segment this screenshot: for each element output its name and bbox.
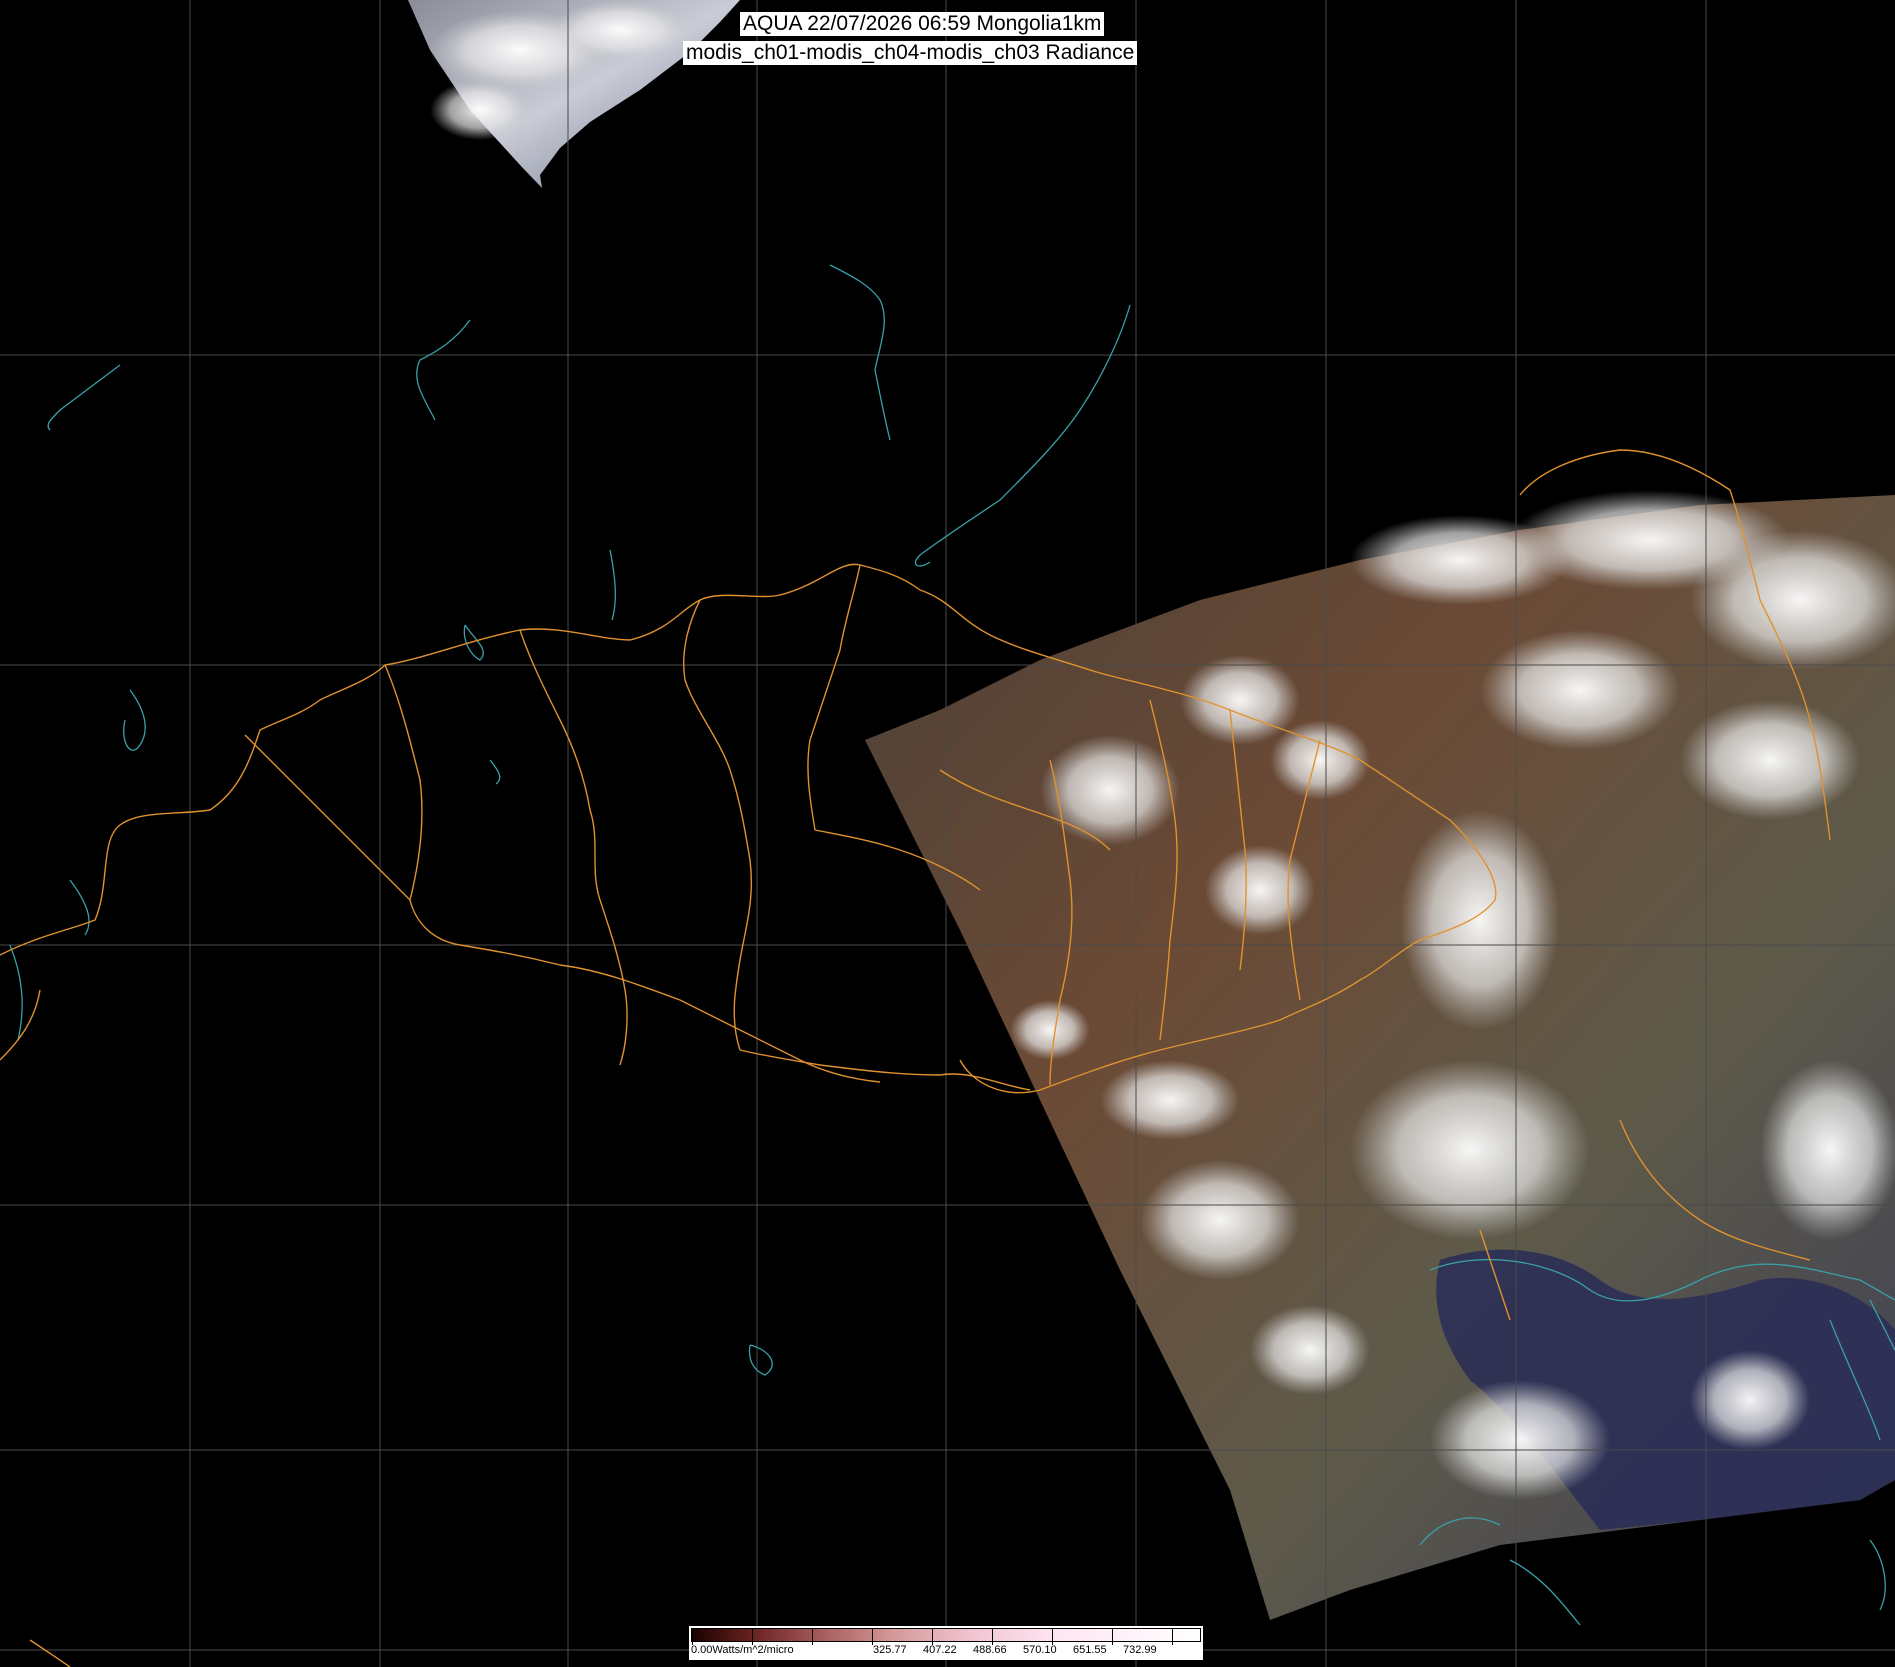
image-title-line-1: AQUA 22/07/2026 06:59 Mongolia1km [740,12,1105,36]
colorbar-tick-label: 325.77 [873,1644,907,1656]
colorbar-tick-label: 732.99 [1123,1644,1157,1656]
colorbar-tick-label: 570.10 [1023,1644,1057,1656]
satellite-image-viewer: AQUA 22/07/2026 06:59 Mongolia1km modis_… [0,0,1895,1667]
colorbar-legend: 0.00Watts/m^2/micro 325.77 407.22 488.66… [689,1626,1203,1660]
satellite-map [0,0,1895,1667]
colorbar-tick-label: 651.55 [1073,1644,1107,1656]
image-title-line-2: modis_ch01-modis_ch04-modis_ch03 Radianc… [683,41,1138,65]
colorbar-ramp [691,1628,1201,1645]
swath-fragment-top [408,0,740,188]
colorbar-tick-label: 488.66 [973,1644,1007,1656]
colorbar-tick-label: 407.22 [923,1644,957,1656]
colorbar-labels: 0.00Watts/m^2/micro 325.77 407.22 488.66… [691,1644,1201,1658]
colorbar-unit-label: 0.00Watts/m^2/micro [691,1644,794,1656]
